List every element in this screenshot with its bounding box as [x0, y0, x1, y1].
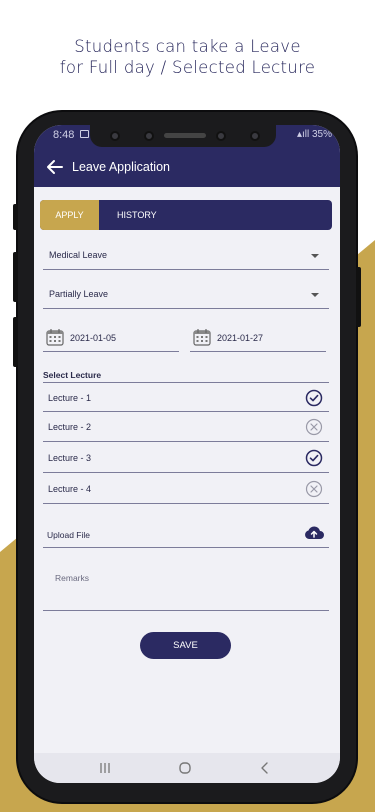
check-circle-icon[interactable]	[305, 389, 323, 407]
remarks-placeholder: Remarks	[55, 573, 90, 583]
camera-icon	[110, 131, 120, 141]
check-circle-icon[interactable]	[305, 449, 323, 467]
lecture-row-3[interactable]: Lecture - 3	[43, 443, 329, 473]
home-icon[interactable]	[175, 758, 195, 778]
lecture-row-1[interactable]: Lecture - 1	[43, 382, 329, 412]
from-date-field[interactable]: 2021-01-05	[43, 325, 179, 352]
image-notification-icon	[80, 130, 89, 138]
lecture-row-2[interactable]: Lecture - 2	[43, 412, 329, 442]
app-bar: Leave Application	[34, 147, 340, 187]
camera-icon	[144, 131, 154, 141]
phone-screen: 8:48 ▴ıll 35% Leave Application APPLY HI…	[34, 125, 340, 783]
phone-side-button	[13, 252, 18, 302]
promo-line-2: for Full day / Selected Lecture	[59, 58, 316, 77]
calendar-icon	[46, 329, 64, 346]
remarks-field[interactable]: Remarks	[43, 562, 329, 611]
upload-file-label: Upload File	[47, 530, 90, 540]
leave-duration-value: Partially Leave	[49, 289, 109, 299]
lecture-label: Lecture - 3	[48, 453, 92, 463]
to-date-field[interactable]: 2021-01-27	[190, 325, 326, 352]
promo-line-1: Students can take a Leave	[74, 37, 301, 56]
phone-power-button	[356, 267, 361, 327]
x-circle-icon[interactable]	[305, 418, 323, 436]
arrow-left-icon[interactable]	[45, 157, 65, 177]
from-date-value: 2021-01-05	[70, 333, 117, 343]
tab-history[interactable]: HISTORY	[117, 200, 157, 230]
speaker-grille	[164, 133, 206, 138]
phone-side-button	[13, 204, 18, 230]
back-nav-icon[interactable]	[255, 758, 275, 778]
to-date-value: 2021-01-27	[217, 333, 264, 343]
lecture-row-4[interactable]: Lecture - 4	[43, 474, 329, 504]
status-battery: ▴ıll 35%	[297, 129, 332, 140]
caret-down-icon	[311, 293, 319, 297]
page-title: Leave Application	[72, 160, 170, 174]
lecture-label: Lecture - 4	[48, 484, 92, 494]
promo-caption: Students can take a Leave for Full day /…	[0, 36, 375, 78]
tab-bar: APPLY HISTORY	[40, 200, 332, 230]
calendar-icon	[193, 329, 211, 346]
select-lecture-heading: Select Lecture	[43, 370, 102, 380]
leave-type-value: Medical Leave	[49, 250, 108, 260]
camera-icon	[216, 131, 226, 141]
leave-type-select[interactable]: Medical Leave	[43, 242, 329, 270]
status-time: 8:48	[53, 129, 75, 141]
save-button[interactable]: SAVE	[140, 632, 231, 659]
camera-notch	[90, 125, 276, 147]
phone-side-button	[13, 317, 18, 367]
battery-percent: 35%	[311, 129, 332, 140]
sensor-icon	[250, 131, 260, 141]
leave-duration-select[interactable]: Partially Leave	[43, 281, 329, 309]
signal-icon: ▴ıll	[296, 129, 312, 140]
recent-apps-icon[interactable]	[95, 758, 115, 778]
caret-down-icon	[311, 254, 319, 258]
x-circle-icon[interactable]	[305, 480, 323, 498]
tab-apply[interactable]: APPLY	[40, 200, 99, 230]
upload-file-field[interactable]: Upload File	[43, 520, 329, 548]
cloud-upload-icon[interactable]	[303, 524, 325, 542]
system-nav-bar	[34, 753, 340, 783]
lecture-label: Lecture - 2	[48, 422, 92, 432]
lecture-label: Lecture - 1	[48, 393, 92, 403]
